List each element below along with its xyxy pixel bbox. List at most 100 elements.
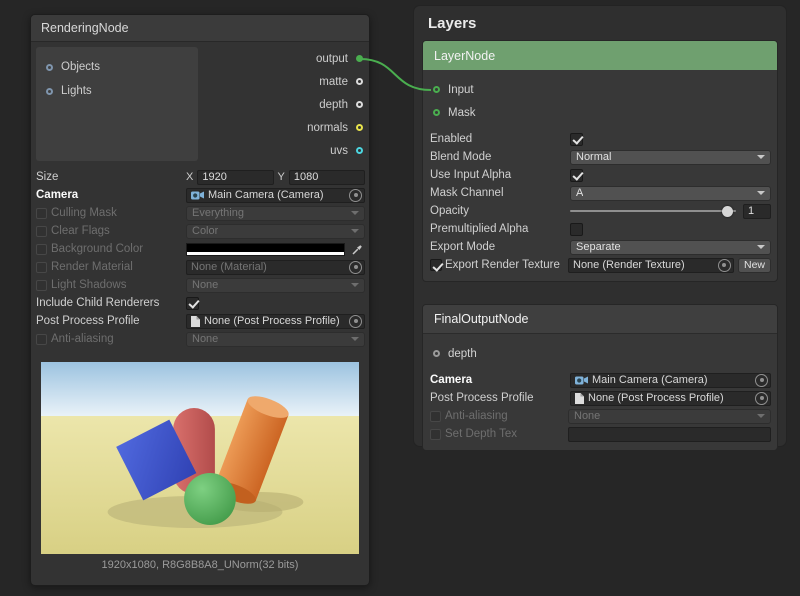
object-picker-icon[interactable]: [755, 374, 768, 387]
rendering-node-properties: Size X Y Camera Main Camera (Camera): [31, 166, 369, 348]
final-camera-object-field[interactable]: Main Camera (Camera): [570, 373, 771, 388]
anti-aliasing-dropdown[interactable]: None: [186, 332, 365, 347]
export-render-texture-object-field[interactable]: None (Render Texture): [568, 258, 734, 273]
background-color-override-checkbox[interactable]: [36, 244, 47, 255]
rendering-node-title: RenderingNode: [41, 21, 129, 35]
port-row-mask[interactable]: Mask: [423, 101, 777, 124]
chevron-down-icon: [351, 211, 359, 215]
final-post-process-profile-object-field[interactable]: None (Post Process Profile): [570, 391, 771, 406]
port-row-matte[interactable]: matte: [201, 70, 369, 93]
uvs-port-icon[interactable]: [356, 147, 363, 154]
port-row-depth-input[interactable]: depth: [423, 342, 777, 365]
objects-port-label: Objects: [61, 61, 100, 73]
set-depth-tex-field[interactable]: [568, 427, 771, 442]
objects-port-icon[interactable]: [46, 64, 53, 71]
uvs-port-label: uvs: [330, 145, 348, 157]
camera-row: Camera Main Camera (Camera): [33, 186, 367, 204]
export-mode-dropdown[interactable]: Separate: [570, 240, 771, 255]
render-material-override-checkbox[interactable]: [36, 262, 47, 273]
opacity-row: Opacity: [427, 202, 773, 220]
opacity-label: Opacity: [430, 205, 570, 217]
final-output-node-header[interactable]: FinalOutputNode: [423, 305, 777, 334]
post-process-profile-object-field[interactable]: None (Post Process Profile): [186, 314, 365, 329]
eyedropper-icon: [352, 244, 363, 255]
layer-node[interactable]: LayerNode Input Mask Enabled: [422, 40, 778, 282]
opacity-slider-track[interactable]: [570, 210, 736, 212]
culling-mask-dropdown[interactable]: Everything: [186, 206, 365, 221]
port-row-objects[interactable]: Objects: [36, 55, 198, 79]
mask-port-icon[interactable]: [433, 109, 440, 116]
final-camera-row: Camera Main Camera (Camera): [427, 371, 773, 389]
background-color-swatch[interactable]: [186, 243, 345, 256]
clear-flags-dropdown[interactable]: Color: [186, 224, 365, 239]
culling-mask-override-checkbox[interactable]: [36, 208, 47, 219]
final-output-node-ports: depth: [423, 334, 777, 369]
file-icon: [191, 316, 200, 327]
rendering-node-header[interactable]: RenderingNode: [31, 15, 369, 42]
camera-icon: [191, 190, 204, 200]
depth-port-icon[interactable]: [356, 101, 363, 108]
input-port-icon[interactable]: [433, 86, 440, 93]
light-shadows-dropdown[interactable]: None: [186, 278, 365, 293]
layer-node-title: LayerNode: [434, 49, 495, 63]
export-render-texture-checkbox[interactable]: [430, 259, 442, 271]
port-row-output[interactable]: output: [201, 47, 369, 70]
port-row-depth[interactable]: depth: [201, 93, 369, 116]
render-material-object-field[interactable]: None (Material): [186, 260, 365, 275]
final-anti-aliasing-dropdown[interactable]: None: [568, 409, 771, 424]
layer-node-header[interactable]: LayerNode: [423, 41, 777, 70]
size-y-label: Y: [278, 171, 285, 183]
depth-input-port-icon[interactable]: [433, 350, 440, 357]
size-y-input[interactable]: [289, 170, 365, 185]
object-picker-icon[interactable]: [718, 259, 731, 272]
enabled-row: Enabled: [427, 130, 773, 148]
camera-object-field[interactable]: Main Camera (Camera): [186, 188, 365, 203]
anti-aliasing-override-checkbox[interactable]: [36, 334, 47, 345]
object-picker-icon[interactable]: [349, 189, 362, 202]
object-picker-icon[interactable]: [755, 392, 768, 405]
mask-channel-row: Mask Channel A: [427, 184, 773, 202]
premultiplied-alpha-row: Premultiplied Alpha: [427, 220, 773, 238]
opacity-slider-knob[interactable]: [722, 206, 733, 217]
final-output-node-properties: Camera Main Camera (Camera) Post Process…: [423, 369, 777, 450]
chevron-down-icon: [351, 283, 359, 287]
node-graph-canvas[interactable]: RenderingNode Objects Lights output: [0, 0, 800, 596]
include-child-renderers-checkbox[interactable]: [186, 297, 199, 310]
opacity-slider[interactable]: [570, 204, 771, 219]
camera-value: Main Camera (Camera): [208, 189, 345, 201]
port-row-input[interactable]: Input: [423, 78, 777, 101]
object-picker-icon[interactable]: [349, 261, 362, 274]
clear-flags-label: Clear Flags: [51, 225, 186, 237]
port-row-lights[interactable]: Lights: [36, 79, 198, 103]
port-row-uvs[interactable]: uvs: [201, 139, 369, 162]
enabled-checkbox[interactable]: [570, 133, 583, 146]
use-input-alpha-checkbox[interactable]: [570, 169, 583, 182]
clear-flags-override-checkbox[interactable]: [36, 226, 47, 237]
depth-input-port-label: depth: [448, 348, 477, 360]
normals-port-icon[interactable]: [356, 124, 363, 131]
lights-port-icon[interactable]: [46, 88, 53, 95]
eyedropper-button[interactable]: [349, 242, 365, 257]
chevron-down-icon: [351, 229, 359, 233]
final-output-node[interactable]: FinalOutputNode depth Camera Main Camera…: [422, 304, 778, 451]
premultiplied-alpha-checkbox[interactable]: [570, 223, 583, 236]
output-ports-column: output matte depth normals uvs: [201, 47, 369, 162]
size-row: Size X Y: [33, 168, 367, 186]
set-depth-tex-override-checkbox[interactable]: [430, 429, 441, 440]
output-port-icon[interactable]: [356, 55, 363, 62]
port-row-normals[interactable]: normals: [201, 116, 369, 139]
object-picker-icon[interactable]: [349, 315, 362, 328]
set-depth-tex-row: Set Depth Tex: [427, 425, 773, 443]
render-preview-image: [41, 362, 359, 554]
opacity-value-input[interactable]: [743, 204, 771, 219]
light-shadows-override-checkbox[interactable]: [36, 280, 47, 291]
matte-port-icon[interactable]: [356, 78, 363, 85]
rendering-node[interactable]: RenderingNode Objects Lights output: [30, 14, 370, 586]
preview-caption: 1920x1080, R8G8B8A8_UNorm(32 bits): [31, 559, 369, 571]
mask-channel-dropdown[interactable]: A: [570, 186, 771, 201]
final-anti-aliasing-override-checkbox[interactable]: [430, 411, 441, 422]
size-x-input[interactable]: [197, 170, 273, 185]
blend-mode-dropdown[interactable]: Normal: [570, 150, 771, 165]
layer-node-ports: Input Mask: [423, 70, 777, 128]
new-render-texture-button[interactable]: New: [738, 258, 771, 273]
